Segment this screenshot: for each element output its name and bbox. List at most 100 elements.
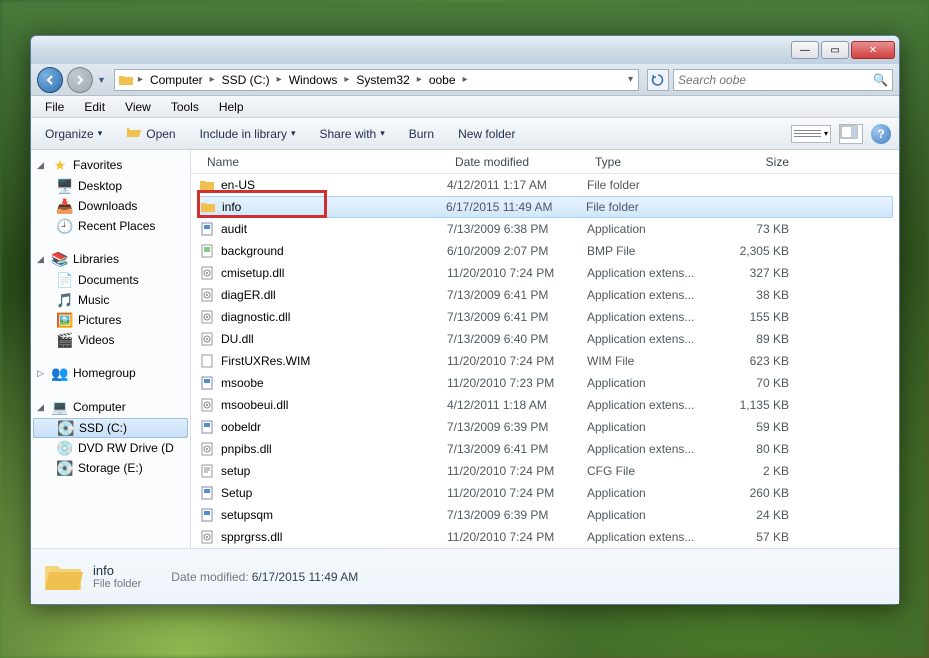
nav-downloads[interactable]: 📥Downloads <box>31 196 190 216</box>
chevron-right-icon[interactable]: ▸ <box>274 74 285 85</box>
details-type: File folder <box>93 578 141 590</box>
search-box[interactable]: 🔍 <box>673 69 893 91</box>
file-row[interactable]: setup11/20/2010 7:24 PMCFG File2 KB <box>191 460 899 482</box>
nav-libraries[interactable]: ◢📚Libraries <box>31 248 190 270</box>
file-name: setupsqm <box>221 508 273 522</box>
nav-documents[interactable]: 📄Documents <box>31 270 190 290</box>
menu-help[interactable]: Help <box>209 98 254 116</box>
desktop-icon: 🖥️ <box>57 178 73 194</box>
dll-icon <box>199 441 215 457</box>
file-type: Application <box>587 486 717 500</box>
view-mode-button[interactable]: ▾ <box>791 125 831 143</box>
titlebar[interactable]: — ▭ ✕ <box>31 36 899 64</box>
file-row[interactable]: en-US4/12/2011 1:17 AMFile folder <box>191 174 899 196</box>
search-icon[interactable]: 🔍 <box>873 73 888 87</box>
nav-homegroup[interactable]: ▷👥Homegroup <box>31 362 190 384</box>
include-library-button[interactable]: Include in library <box>194 124 302 144</box>
organize-button[interactable]: Organize <box>39 124 108 144</box>
file-type: Application <box>587 376 717 390</box>
column-size[interactable]: Size <box>717 151 797 173</box>
forward-button[interactable] <box>67 67 93 93</box>
chevron-right-icon[interactable]: ▸ <box>414 74 425 85</box>
nav-videos[interactable]: 🎬Videos <box>31 330 190 350</box>
star-icon: ★ <box>52 157 68 173</box>
new-folder-button[interactable]: New folder <box>452 124 521 144</box>
file-row[interactable]: diagnostic.dll7/13/2009 6:41 PMApplicati… <box>191 306 899 328</box>
share-with-button[interactable]: Share with <box>314 124 391 144</box>
breadcrumb-segment[interactable]: Windows <box>285 73 342 87</box>
breadcrumb-segment[interactable]: Computer <box>146 73 207 87</box>
file-date: 4/12/2011 1:17 AM <box>447 178 587 192</box>
nav-drive-e[interactable]: 💽Storage (E:) <box>31 458 190 478</box>
chevron-right-icon[interactable]: ▸ <box>460 74 471 85</box>
breadcrumb-segment[interactable]: System32 <box>352 73 413 87</box>
file-row[interactable]: pnpibs.dll7/13/2009 6:41 PMApplication e… <box>191 438 899 460</box>
history-dropdown-icon[interactable]: ▼ <box>97 75 106 85</box>
menu-view[interactable]: View <box>115 98 161 116</box>
expand-icon: ◢ <box>37 402 47 413</box>
column-name[interactable]: Name <box>199 151 447 173</box>
minimize-button[interactable]: — <box>791 41 819 59</box>
file-row[interactable]: cmisetup.dll11/20/2010 7:24 PMApplicatio… <box>191 262 899 284</box>
file-row[interactable]: oobeldr7/13/2009 6:39 PMApplication59 KB <box>191 416 899 438</box>
open-button[interactable]: Open <box>120 122 181 145</box>
file-row[interactable]: background6/10/2009 2:07 PMBMP File2,305… <box>191 240 899 262</box>
file-type: Application <box>587 222 717 236</box>
file-row[interactable]: msoobe11/20/2010 7:23 PMApplication70 KB <box>191 372 899 394</box>
column-date[interactable]: Date modified <box>447 151 587 173</box>
breadcrumb-segment[interactable]: oobe <box>425 73 460 87</box>
file-row[interactable]: setupsqm7/13/2009 6:39 PMApplication24 K… <box>191 504 899 526</box>
file-date: 6/17/2015 11:49 AM <box>446 200 586 214</box>
file-row[interactable]: spprgrss.dll11/20/2010 7:24 PMApplicatio… <box>191 526 899 548</box>
help-button[interactable]: ? <box>871 124 891 144</box>
chevron-right-icon[interactable]: ▸ <box>341 74 352 85</box>
refresh-button[interactable] <box>647 69 669 91</box>
folder-icon <box>199 177 215 193</box>
file-row[interactable]: FirstUXRes.WIM11/20/2010 7:24 PMWIM File… <box>191 350 899 372</box>
file-name: info <box>222 200 241 214</box>
maximize-button[interactable]: ▭ <box>821 41 849 59</box>
nav-dvd[interactable]: 💿DVD RW Drive (D <box>31 438 190 458</box>
file-row[interactable]: DU.dll7/13/2009 6:40 PMApplication exten… <box>191 328 899 350</box>
menu-edit[interactable]: Edit <box>74 98 115 116</box>
file-date: 7/13/2009 6:38 PM <box>447 222 587 236</box>
file-name: audit <box>221 222 247 236</box>
file-list[interactable]: en-US4/12/2011 1:17 AMFile folder info 6/1… <box>191 174 899 548</box>
search-input[interactable] <box>678 73 873 87</box>
dll-icon <box>199 309 215 325</box>
nav-desktop[interactable]: 🖥️Desktop <box>31 176 190 196</box>
column-type[interactable]: Type <box>587 151 717 173</box>
file-row[interactable]: info6/17/2015 11:49 AMFile folder <box>197 196 893 218</box>
menu-file[interactable]: File <box>35 98 74 116</box>
file-date: 7/13/2009 6:40 PM <box>447 332 587 346</box>
bmp-icon <box>199 243 215 259</box>
burn-button[interactable]: Burn <box>403 124 440 144</box>
preview-pane-button[interactable] <box>839 124 863 144</box>
breadcrumb[interactable]: ▸ Computer▸ SSD (C:)▸ Windows▸ System32▸… <box>114 69 639 91</box>
nav-computer[interactable]: ◢💻Computer <box>31 396 190 418</box>
breadcrumb-segment[interactable]: SSD (C:) <box>218 73 274 87</box>
pictures-icon: 🖼️ <box>57 312 73 328</box>
nav-pictures[interactable]: 🖼️Pictures <box>31 310 190 330</box>
file-row[interactable]: Setup11/20/2010 7:24 PMApplication260 KB <box>191 482 899 504</box>
chevron-right-icon[interactable]: ▸ <box>207 74 218 85</box>
file-name: cmisetup.dll <box>221 266 284 280</box>
nav-music[interactable]: 🎵Music <box>31 290 190 310</box>
chevron-right-icon[interactable]: ▸ <box>135 74 146 85</box>
navigation-pane[interactable]: ◢★Favorites 🖥️Desktop 📥Downloads 🕘Recent… <box>31 150 191 548</box>
file-name: pnpibs.dll <box>221 442 272 456</box>
nav-drive-c[interactable]: 💽SSD (C:) <box>33 418 188 438</box>
nav-favorites[interactable]: ◢★Favorites <box>31 154 190 176</box>
dropdown-icon[interactable]: ▾ <box>625 74 636 85</box>
file-row[interactable]: diagER.dll7/13/2009 6:41 PMApplication e… <box>191 284 899 306</box>
expand-icon: ▷ <box>37 368 47 379</box>
close-button[interactable]: ✕ <box>851 41 895 59</box>
nav-recent[interactable]: 🕘Recent Places <box>31 216 190 236</box>
file-type: Application <box>587 420 717 434</box>
file-date: 11/20/2010 7:24 PM <box>447 464 587 478</box>
back-button[interactable] <box>37 67 63 93</box>
file-date: 6/10/2009 2:07 PM <box>447 244 587 258</box>
file-row[interactable]: msoobeui.dll4/12/2011 1:18 AMApplication… <box>191 394 899 416</box>
file-row[interactable]: audit7/13/2009 6:38 PMApplication73 KB <box>191 218 899 240</box>
menu-tools[interactable]: Tools <box>161 98 209 116</box>
